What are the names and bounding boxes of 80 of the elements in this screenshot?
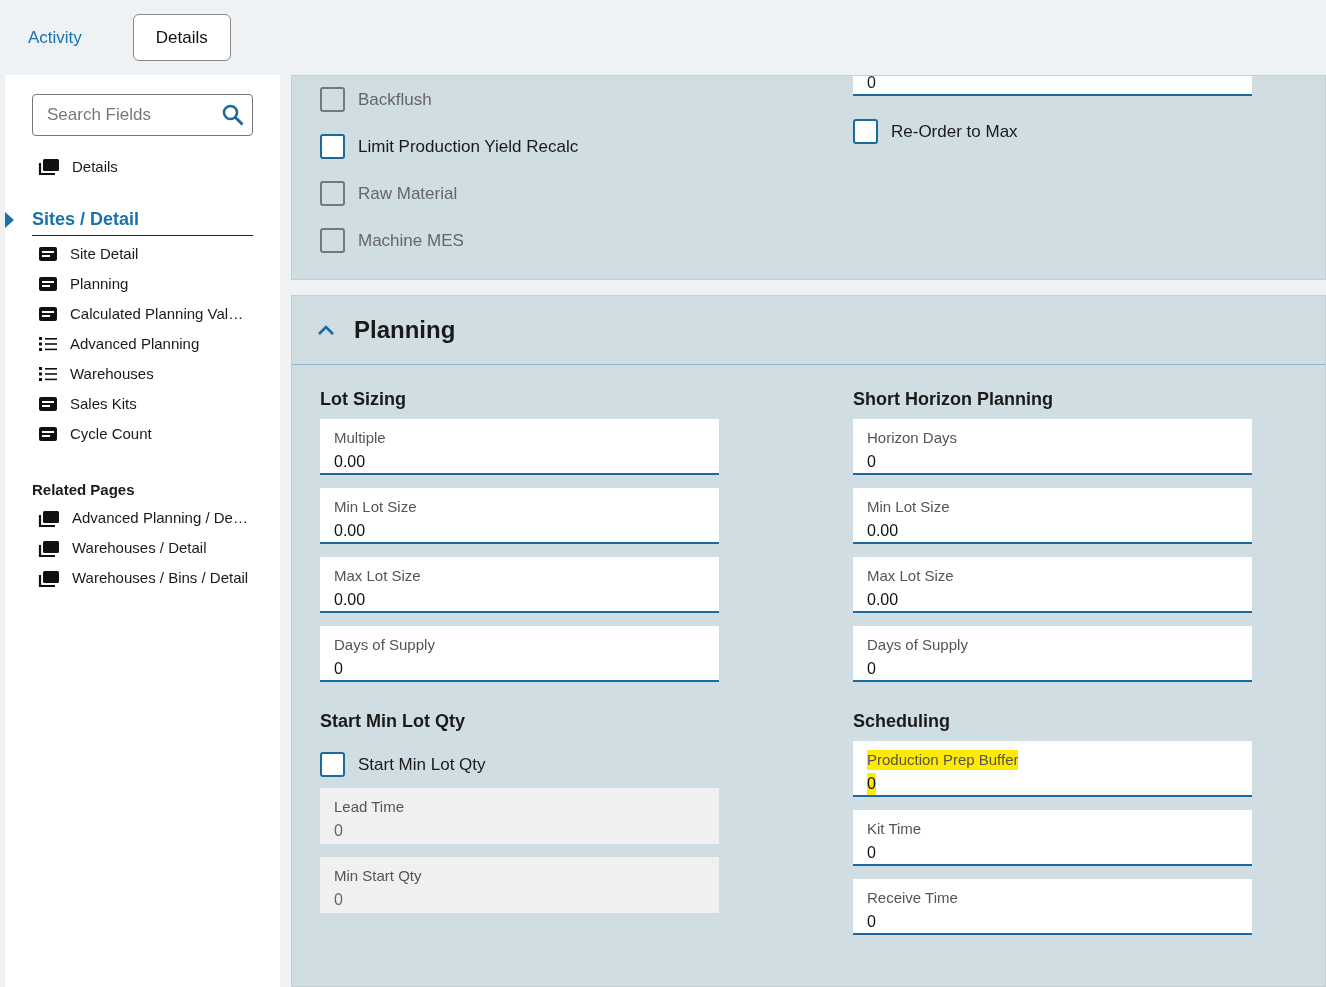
input-field[interactable]: Kit Time 0 [853,810,1252,866]
related-pages-heading: Related Pages [32,480,136,500]
input-field[interactable]: Min Lot Size 0.00 [320,488,719,544]
field-label: Multiple [334,428,386,448]
field-value: 0 [867,452,876,472]
input-field[interactable]: Max Lot Size 0.00 [320,557,719,613]
nav-link[interactable]: Warehouses / Detail [72,537,207,560]
checkbox-label: Start Min Lot Qty [358,753,486,776]
field-label: Max Lot Size [867,566,954,586]
input-field[interactable]: Max Lot Size 0.00 [853,557,1252,613]
card-icon [38,306,58,322]
field-value: 0 [334,890,343,910]
field-value: 0 [867,76,876,91]
input-field[interactable]: Min Lot Size 0.00 [853,488,1252,544]
checkbox-label: Re-Order to Max [891,120,1018,143]
field-label: Kit Time [867,819,922,839]
nav-link[interactable]: Cycle Count [70,422,152,446]
section-heading[interactable]: Sites / Detail [32,206,140,233]
field-label: Max Lot Size [334,566,421,586]
subsection-title: Scheduling [853,709,951,733]
field-value: 0.00 [334,521,366,541]
checkbox-label: Machine MES [358,229,464,252]
checkbox[interactable] [320,134,345,159]
field-label: Lead Time [334,797,405,817]
stacked-pages-icon [38,569,60,588]
nav-link[interactable]: Details [72,155,118,179]
nav-link[interactable]: Calculated Planning Val… [70,302,244,326]
input-field[interactable]: Horizon Days 0 [853,419,1252,475]
field-value: 0.00 [867,590,899,610]
nav-link[interactable]: Sales Kits [70,392,137,416]
field-label: Min Lot Size [867,497,950,517]
checkbox[interactable] [853,119,878,144]
stacked-pages-icon [38,539,60,558]
field-value: 0 [867,843,876,863]
search-icon [222,104,244,126]
section-title: Planning [354,315,456,345]
nav-link[interactable]: Planning [70,272,129,296]
input-field[interactable]: Receive Time 0 [853,879,1252,935]
subsection-title: Lot Sizing [320,387,407,411]
checkbox[interactable] [320,752,345,777]
card-icon [38,276,58,292]
field-label: Receive Time [867,888,958,908]
card-icon [38,426,58,442]
field-value: 0 [867,912,876,932]
stacked-pages-icon [38,158,60,176]
nav-link[interactable]: Advanced Planning / De… [72,507,248,530]
field-value: 0.00 [334,590,366,610]
nav-link[interactable]: Warehouses [70,362,154,386]
field-label: Days of Supply [334,635,435,655]
checkbox-label: Limit Production Yield Recalc [358,135,579,158]
stacked-pages-icon [38,509,60,528]
checkbox-label: Raw Material [358,182,458,205]
field-label: Min Start Qty [334,866,422,886]
field-value: 0 [334,821,343,841]
nav-link[interactable]: Site Detail [70,242,139,266]
nav-link[interactable]: Warehouses / Bins / Detail [72,567,249,590]
field-value: 0 [334,659,343,679]
search-field[interactable]: Search Fields [32,94,253,136]
card-icon [38,396,58,412]
field-value: 0.00 [334,452,366,472]
nav-link[interactable]: Advanced Planning [70,332,200,356]
field-value: 0 [867,773,876,795]
input-field[interactable]: Days of Supply 0 [853,626,1252,682]
field-value: 0 [867,659,876,679]
tab[interactable]: Activity [27,13,83,62]
chevron-up-icon[interactable] [318,325,334,335]
input-field[interactable]: 0 [853,76,1252,96]
subsection-title: Short Horizon Planning [853,387,1054,411]
checkbox-label: Backflush [358,88,432,111]
subsection-title: Start Min Lot Qty [320,709,466,733]
list-icon [38,366,58,382]
field-label: Min Lot Size [334,497,417,517]
input-field[interactable]: Days of Supply 0 [320,626,719,682]
tab[interactable]: Details [132,13,231,62]
input-field[interactable]: Multiple 0.00 [320,419,719,475]
list-icon [38,336,58,352]
field-label: Days of Supply [867,635,968,655]
field-label: Horizon Days [867,428,958,448]
card-icon [38,246,58,262]
field-value: 0.00 [867,521,899,541]
